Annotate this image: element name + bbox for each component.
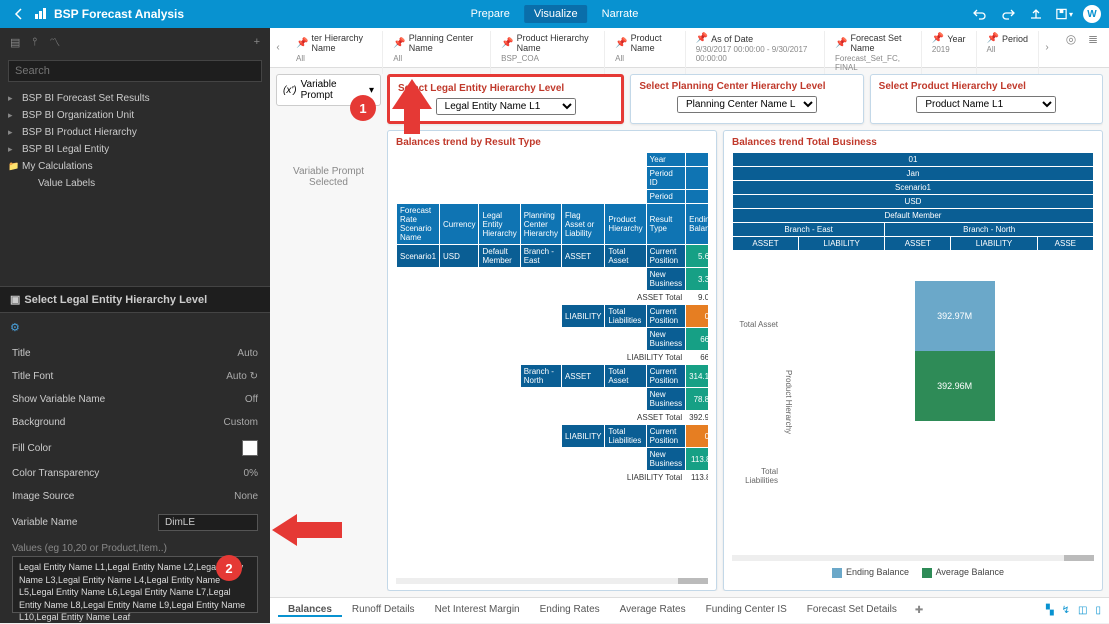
prop-title-font: Title FontAuto ↻	[0, 365, 270, 388]
tab-visualize[interactable]: Visualize	[524, 5, 588, 23]
horizontal-scrollbar[interactable]	[396, 578, 708, 584]
canvas-tabs: BalancesRunoff DetailsNet Interest Margi…	[270, 597, 1109, 623]
balances-table: Year Period ID0 PeriodJ Forecast Rate Sc…	[396, 152, 708, 485]
pin-icon: 📌	[987, 33, 999, 44]
avatar[interactable]: W	[1083, 5, 1101, 23]
tab-narrate[interactable]: Narrate	[592, 5, 649, 23]
filter-list-icon[interactable]: ≣	[1085, 31, 1101, 47]
prop-color-transparency: Color Transparency0%	[0, 462, 270, 485]
product-select[interactable]: Product Name L1	[916, 96, 1056, 113]
canvas-tab[interactable]: Balances	[278, 604, 342, 617]
pin-icon: 📌	[835, 38, 847, 49]
select-legal-entity-card[interactable]: Select Legal Entity Hierarchy Level Lega…	[387, 74, 624, 124]
values-label: Values (eg 10,20 or Product,Item..)	[0, 537, 270, 556]
add-icon[interactable]: +	[254, 36, 260, 48]
legal-entity-select[interactable]: Legal Entity Name L1	[436, 98, 576, 115]
tree-folder-my-calculations[interactable]: My Calculations	[0, 158, 270, 175]
tab-prepare[interactable]: Prepare	[461, 5, 520, 23]
refresh-icon[interactable]: ↻	[250, 371, 258, 382]
viz-panel-icon[interactable]: ⫯	[32, 36, 37, 49]
data-panel-icon[interactable]: ▤	[10, 36, 20, 49]
pin-icon: 📌	[932, 33, 944, 44]
tree-item[interactable]: BSP BI Organization Unit	[0, 107, 270, 124]
general-props-icon[interactable]: ⚙	[10, 322, 20, 334]
prop-variable-name: Variable Name	[0, 508, 270, 537]
chart-legend: Ending Balance Average Balance	[732, 561, 1094, 584]
search-input[interactable]	[8, 60, 262, 82]
horizontal-scrollbar[interactable]	[732, 555, 1094, 561]
canvas-tab[interactable]: Funding Center IS	[696, 604, 797, 615]
tree-item[interactable]: BSP BI Legal Entity	[0, 141, 270, 158]
treemap-cell-average[interactable]: 392.96M	[915, 351, 995, 421]
select-planning-center-card[interactable]: Select Planning Center Hierarchy Level P…	[630, 74, 863, 124]
tree-item[interactable]: BSP BI Forecast Set Results	[0, 90, 270, 107]
page-title: BSP Forecast Analysis	[54, 7, 184, 21]
scroll-left-icon[interactable]: ‹	[270, 31, 286, 64]
redo-icon[interactable]	[999, 5, 1017, 23]
data-tree: BSP BI Forecast Set Results BSP BI Organ…	[0, 86, 270, 196]
canvas-tab[interactable]: Average Rates	[610, 604, 696, 615]
pin-icon: 📌	[696, 33, 708, 44]
balances-by-result-type-card: Balances trend by Result Type Year Perio…	[387, 130, 717, 591]
annotation-badge: 2	[216, 555, 242, 581]
back-button[interactable]	[8, 3, 30, 25]
pin-icon: 📌	[501, 38, 513, 49]
color-swatch[interactable]	[242, 440, 258, 456]
balances-total-business-card: Balances trend Total Business 01 Jan Sce…	[723, 130, 1103, 591]
select-product-card[interactable]: Select Product Hierarchy Level Product N…	[870, 74, 1103, 124]
auto-viz-icon[interactable]: ▚	[1046, 605, 1054, 616]
prop-show-var-name: Show Variable NameOff	[0, 388, 270, 411]
canvas-tab[interactable]: Ending Rates	[530, 604, 610, 615]
scroll-right-icon[interactable]: ›	[1039, 31, 1055, 64]
mode-tabs: Prepare Visualize Narrate	[461, 5, 649, 23]
variable-prompt-status: Variable Prompt Selected	[276, 166, 381, 188]
pin-icon: 📌	[296, 38, 308, 49]
tree-item[interactable]: BSP BI Product Hierarchy	[0, 124, 270, 141]
pin-icon: 📌	[393, 38, 405, 49]
layout2-icon[interactable]: ▯	[1095, 605, 1101, 616]
layout1-icon[interactable]: ◫	[1078, 605, 1087, 616]
canvas-tab[interactable]: Runoff Details	[342, 604, 425, 615]
prop-image-source: Image SourceNone	[0, 485, 270, 508]
undo-icon[interactable]	[971, 5, 989, 23]
canvas-tab[interactable]: Net Interest Margin	[425, 604, 530, 615]
filter-bar-icon[interactable]: ◎	[1063, 31, 1079, 47]
analytics-panel-icon[interactable]: 〽	[49, 34, 60, 50]
save-icon[interactable]: ▾	[1055, 5, 1073, 23]
properties-header: Select Legal Entity Hierarchy Level	[0, 286, 270, 313]
variable-name-input[interactable]	[158, 514, 258, 531]
top-bar: BSP Forecast Analysis Prepare Visualize …	[0, 0, 1109, 28]
filter-bar: ‹ 📌ter Hierarchy NameAll📌Planning Center…	[270, 28, 1109, 68]
pin-icon: 📌	[615, 38, 627, 49]
prop-background: BackgroundCustom	[0, 411, 270, 434]
tree-item[interactable]: Value Labels	[0, 175, 270, 192]
share-icon[interactable]	[1027, 5, 1045, 23]
treemap-cell-ending[interactable]: 392.97M	[915, 281, 995, 351]
right-header-table: 01 Jan Scenario1 USD Default Member Bran…	[732, 152, 1094, 251]
planning-center-select[interactable]: Planning Center Name L1	[677, 96, 817, 113]
add-canvas-icon[interactable]: ✚	[907, 605, 931, 616]
chart-icon	[34, 6, 48, 23]
y-axis-label: Product Hierarchy	[782, 251, 795, 553]
prop-title: TitleAuto	[0, 342, 270, 365]
annotation-badge: 1	[350, 95, 376, 121]
canvas-tab[interactable]: Forecast Set Details	[797, 604, 907, 615]
treemap-chart[interactable]: 392.97M 392.96M	[795, 251, 1094, 553]
refresh-canvas-icon[interactable]: ↯	[1062, 605, 1070, 616]
left-panel: ▤ ⫯ 〽 + BSP BI Forecast Set Results BSP …	[0, 28, 270, 623]
prop-fill-color: Fill Color	[0, 434, 270, 462]
